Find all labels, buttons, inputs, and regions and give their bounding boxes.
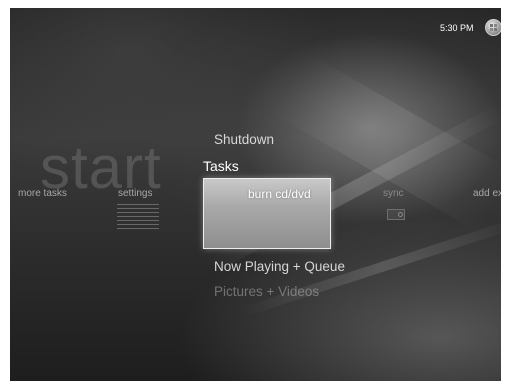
menu-item-shutdown[interactable]: Shutdown bbox=[214, 132, 274, 147]
media-center-start-screen: 5:30 PM start Shutdown Tasks more tasks … bbox=[10, 8, 501, 381]
strip-item-burn-cd-dvd[interactable]: burn cd/dvd bbox=[203, 178, 331, 249]
clock-time: 5:30 PM bbox=[440, 23, 474, 33]
sync-device-icon bbox=[387, 209, 405, 220]
menu-item-now-playing-queue[interactable]: Now Playing + Queue bbox=[214, 259, 345, 274]
menu-item-pictures-videos[interactable]: Pictures + Videos bbox=[214, 284, 319, 298]
menu-section-tasks[interactable]: Tasks bbox=[203, 158, 239, 174]
windows-logo-icon[interactable] bbox=[485, 19, 501, 36]
burn-cd-dvd-label: burn cd/dvd bbox=[248, 187, 311, 201]
strip-item-more-tasks[interactable]: more tasks bbox=[18, 188, 67, 199]
strip-item-settings[interactable]: settings bbox=[118, 188, 152, 199]
strip-item-sync[interactable]: sync bbox=[383, 188, 404, 199]
strip-item-add-extender[interactable]: add ext bbox=[473, 188, 501, 199]
settings-icon bbox=[117, 204, 159, 232]
